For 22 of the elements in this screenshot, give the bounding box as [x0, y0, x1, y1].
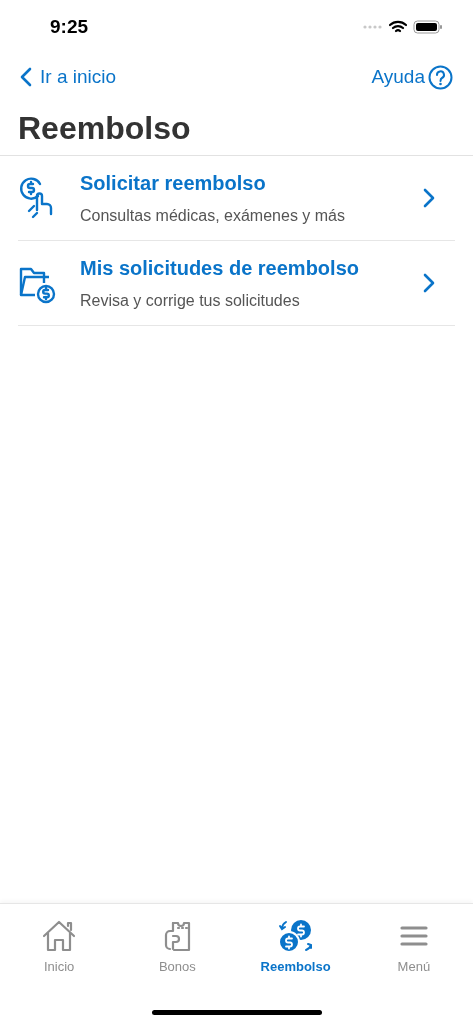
tab-item[interactable]: Reembolso [236, 918, 355, 977]
home-icon [41, 918, 78, 954]
row-subtitle: Consultas médicas, exámenes y más [80, 206, 346, 226]
wifi-icon [389, 20, 407, 34]
row-subtitle: Revisa y corrige tus solicitudes [80, 291, 301, 311]
tab-item[interactable]: Menú [354, 918, 473, 977]
menu-row[interactable]: Mis solicitudes de reembolso Revisa y corrige tus solicitudes [18, 241, 455, 326]
row-title: Mis solicitudes de reembolso [80, 256, 360, 281]
menu-row[interactable]: Solicitar reembolso Consultas médicas, exámenes y más [18, 156, 455, 241]
battery-icon [413, 20, 443, 34]
back-link[interactable]: Ir a inicio [20, 62, 117, 92]
help-link[interactable]: Ayuda [371, 62, 453, 92]
question-icon [428, 64, 453, 90]
status-time: 9:25 [50, 14, 89, 39]
chevron-right-icon [423, 273, 435, 293]
back-chevron-icon [20, 67, 32, 87]
signal-icon [363, 25, 383, 29]
page-title: Reembolso [17, 108, 192, 148]
tab-item[interactable]: Bonos [118, 918, 237, 977]
tab-item[interactable]: Inicio [0, 918, 119, 977]
row-title: Solicitar reembolso [80, 171, 267, 196]
chevron-right-icon [423, 188, 435, 208]
